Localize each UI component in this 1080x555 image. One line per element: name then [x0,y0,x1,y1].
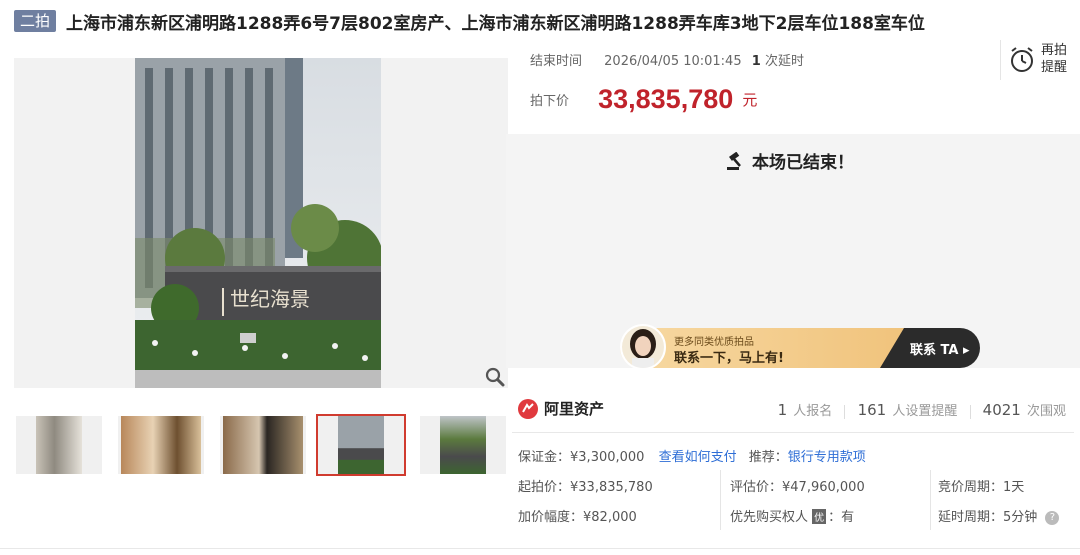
reminder-count: 161 [857,401,887,419]
brand: 阿里资产 [518,398,604,419]
view-count: 4021 [982,401,1021,419]
thumbnail-2[interactable] [118,416,204,474]
valuation-label: 评估价： [730,480,783,495]
recommend-label: 推荐： [748,450,788,465]
contact-ta-label: 联系 TA ▸ [910,343,970,358]
final-price-value: 33,835,780 [598,84,734,114]
deposit-row: 保证金：¥3,300,000 查看如何支付 推荐：银行专用款项 [518,446,866,465]
contact-banner[interactable]: 联系 TA ▸ 更多同类优质拍品 联系一下，马上有! [620,324,980,370]
view-label: 次围观 [1026,404,1066,419]
thumbnail-strip [14,414,508,476]
end-time-row: 结束时间 2026/04/05 10:01:45 1 次延时 [530,50,804,69]
start-price-row: 起拍价：¥33,835,780 [518,476,653,495]
main-photo[interactable]: 世纪海景 [14,58,508,388]
priority-badge: 优 [812,509,827,524]
delay-row: 延时周期：5分钟 ? [938,506,1060,525]
remind-button[interactable]: 再拍提醒 [1000,40,1072,80]
auction-status-panel: 本场已结束！ 联系 TA ▸ 更多同类优质拍品 联系一下，马上有! [506,134,1080,370]
banner-line1: 更多同类优质拍品 [674,337,754,348]
reminder-label: 人设置提醒 [892,404,958,419]
thumbnail-3[interactable] [220,416,306,474]
round-badge: 二拍 [14,10,57,32]
brand-name: 阿里资产 [544,400,605,418]
priority-row: 优先购买权人 优：有 [730,506,854,525]
deposit-label: 保证金： [518,450,571,465]
extension-count: 1 [751,54,761,69]
column-divider-2 [930,470,931,530]
building-photo: 世纪海景 [135,58,381,388]
zoom-icon[interactable] [484,366,506,388]
signup-label: 人报名 [793,404,833,419]
ended-message: 本场已结束！ [726,148,854,173]
priority-label: 优先购买权人 [730,510,809,525]
increment-value: ¥82,000 [583,510,637,525]
start-price-label: 起拍价： [518,480,571,495]
final-price-unit: 元 [742,91,758,109]
final-price-row: 拍下价 33,835,780 元 [530,84,757,115]
cycle-row: 竞价周期：1天 [938,476,1024,495]
remind-label: 再拍提醒 [1041,43,1068,75]
increment-label: 加价幅度： [518,510,584,525]
extension-text: 次延时 [764,54,804,69]
increment-row: 加价幅度：¥82,000 [518,506,637,525]
priority-value: ：有 [828,510,855,525]
stats-row: 阿里资产 1 人报名 161 人设置提醒 4021 次围观 [514,398,1074,422]
end-time-label: 结束时间 [530,54,583,69]
agent-avatar [620,324,666,370]
ended-message-text: 本场已结束！ [752,153,854,173]
page-title: 上海市浦东新区浦明路1288弄6号7层802室房产、上海市浦东新区浦明路1288… [66,13,925,34]
end-time-value: 2026/04/05 10:01:45 [604,54,742,69]
alarm-clock-icon [1011,47,1033,72]
bottom-border [0,548,1080,549]
signup-count: 1 [777,401,788,419]
thumbnail-1[interactable] [16,416,102,474]
column-divider-1 [720,470,721,530]
delay-label: 延时周期： [938,510,1004,525]
thumbnail-4[interactable] [316,414,406,476]
help-icon[interactable]: ? [1045,510,1060,525]
delay-value: 5分钟 [1003,510,1038,525]
valuation-value: ¥47,960,000 [782,480,865,495]
stats-counters: 1 人报名 161 人设置提醒 4021 次围观 [778,400,1066,419]
gavel-icon [727,151,741,170]
how-to-pay-link[interactable]: 查看如何支付 [659,450,737,465]
ali-asset-logo-icon [518,398,538,419]
deposit-value: ¥3,300,000 [570,450,645,465]
title-bar: 二拍 上海市浦东新区浦明路1288弄6号7层802室房产、上海市浦东新区浦明路1… [14,8,925,34]
cycle-label: 竞价周期： [938,480,1004,495]
divider [512,432,1074,433]
cycle-value: 1天 [1003,480,1025,495]
banner-line2: 联系一下，马上有! [674,351,784,366]
start-price-value: ¥33,835,780 [570,480,653,495]
building-sign-text: 世纪海景 [230,287,310,311]
valuation-row: 评估价：¥47,960,000 [730,476,865,495]
recommend-link[interactable]: 银行专用款项 [788,450,866,465]
thumbnail-5[interactable] [420,416,506,474]
final-price-label: 拍下价 [530,94,570,109]
